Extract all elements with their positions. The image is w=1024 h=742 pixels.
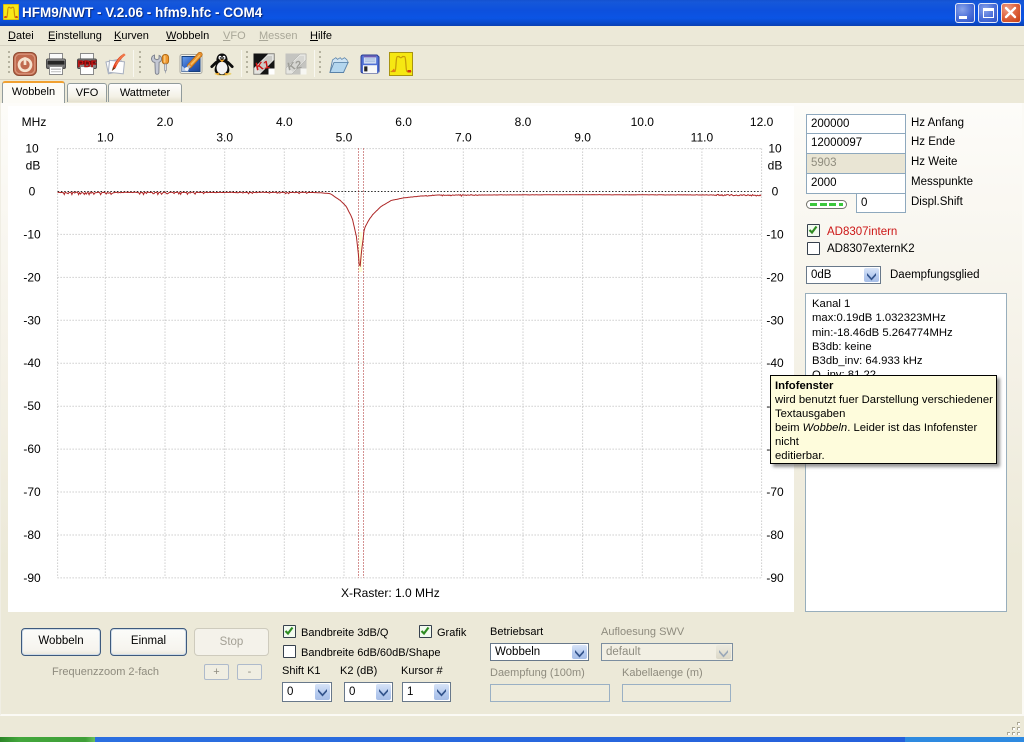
svg-text:-40: -40 xyxy=(766,356,784,370)
svg-text:11.0: 11.0 xyxy=(691,131,714,145)
svg-text:-10: -10 xyxy=(23,227,41,241)
svg-text:-90: -90 xyxy=(23,571,41,585)
svg-text:-30: -30 xyxy=(766,313,784,327)
svg-text:-60: -60 xyxy=(23,442,41,456)
svg-text:8.0: 8.0 xyxy=(515,115,532,129)
svg-text:10.0: 10.0 xyxy=(631,115,655,129)
svg-text:1.0: 1.0 xyxy=(97,131,114,145)
svg-text:-80: -80 xyxy=(766,528,784,542)
svg-text:dB: dB xyxy=(768,159,783,173)
svg-text:0: 0 xyxy=(772,185,779,199)
svg-text:dB: dB xyxy=(26,159,41,173)
svg-text:10: 10 xyxy=(25,142,39,156)
svg-text:-50: -50 xyxy=(23,399,41,413)
svg-text:12.0: 12.0 xyxy=(750,115,774,129)
svg-text:-80: -80 xyxy=(23,528,41,542)
svg-text:-40: -40 xyxy=(23,356,41,370)
svg-text:-90: -90 xyxy=(766,571,784,585)
svg-text:-20: -20 xyxy=(766,270,784,284)
svg-text:PDF: PDF xyxy=(78,59,97,70)
svg-text:3.0: 3.0 xyxy=(216,131,233,145)
svg-text:-30: -30 xyxy=(23,313,41,327)
svg-text:9.0: 9.0 xyxy=(574,131,591,145)
svg-text:-70: -70 xyxy=(766,485,784,499)
svg-text:MHz: MHz xyxy=(22,115,47,129)
svg-text:7.0: 7.0 xyxy=(455,131,472,145)
svg-text:4.0: 4.0 xyxy=(276,115,293,129)
svg-text:X-Raster: 1.0 MHz: X-Raster: 1.0 MHz xyxy=(341,586,440,600)
svg-text:-20: -20 xyxy=(23,270,41,284)
svg-text:0: 0 xyxy=(29,185,36,199)
svg-text:6.0: 6.0 xyxy=(395,115,412,129)
svg-text:2.0: 2.0 xyxy=(157,115,174,129)
svg-text:-70: -70 xyxy=(23,485,41,499)
svg-text:10: 10 xyxy=(768,142,782,156)
svg-text:-10: -10 xyxy=(766,227,784,241)
svg-text:5.0: 5.0 xyxy=(336,131,353,145)
